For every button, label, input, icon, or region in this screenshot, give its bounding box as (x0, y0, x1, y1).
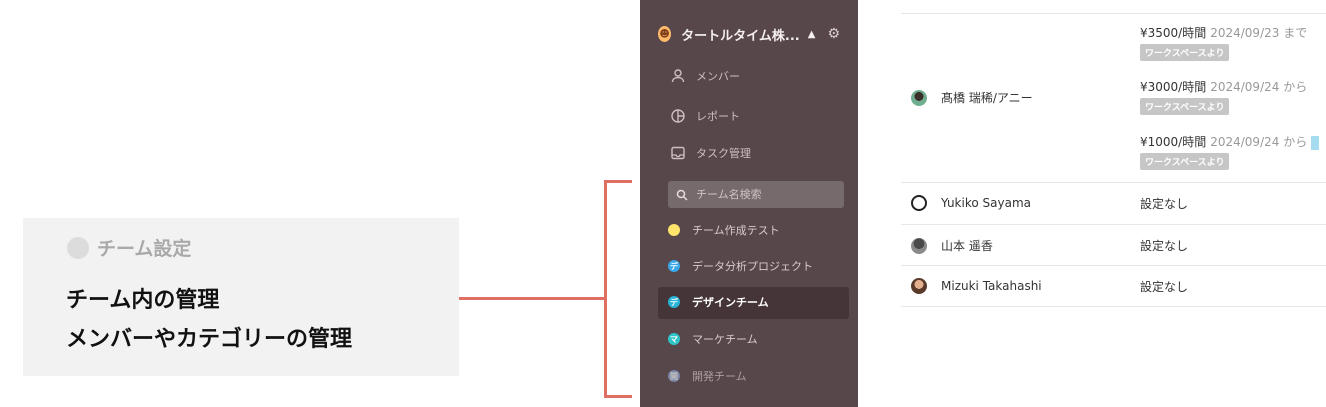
team-item-design[interactable]: デ デザインチーム (668, 294, 769, 310)
sidebar-item-label: レポート (696, 110, 740, 123)
rate-value: 設定なし (1140, 280, 1189, 294)
avatar (911, 195, 927, 211)
rate-value: 設定なし (1140, 197, 1189, 211)
sidebar-item-report[interactable]: レポート (670, 108, 740, 124)
pie-chart-icon (671, 109, 685, 123)
member-name: Mizuki Takahashi (941, 279, 1042, 293)
caption-tag: チーム設定 (67, 234, 191, 261)
team-color-icon: デ (668, 296, 680, 308)
team-item-label: 開発チーム (692, 370, 747, 383)
divider (901, 182, 1326, 183)
sidebar-item-label: メンバー (696, 70, 740, 83)
team-color-icon: デ (668, 260, 680, 272)
connector-line (459, 297, 605, 300)
circle-icon (67, 236, 89, 259)
source-badge: ワークスペースより (1140, 98, 1230, 115)
team-item-development[interactable]: 開 開発チーム (668, 368, 747, 384)
divider (901, 265, 1326, 266)
workspace-avatar-icon: ☻ (658, 26, 672, 42)
avatar (911, 278, 927, 294)
member-rate-table: 髙橋 瑞稀/アニー ¥3500/時間 2024/09/23 まで ワークスペースよ… (901, 0, 1326, 407)
table-row-member[interactable]: 山本 遥香 (911, 237, 993, 254)
member-name: 髙橋 瑞稀/アニー (941, 91, 1033, 105)
team-item-label: チーム作成テスト (692, 224, 780, 237)
avatar (911, 237, 927, 254)
table-row-member[interactable]: 髙橋 瑞稀/アニー (911, 89, 1033, 106)
rate-amount: ¥1000/時間 (1140, 135, 1207, 149)
team-color-icon: 開 (668, 370, 680, 382)
rate-value: 設定なし (1140, 239, 1189, 253)
source-badge: ワークスペースより (1140, 44, 1230, 61)
rate-amount: ¥3000/時間 (1140, 80, 1207, 94)
divider (901, 13, 1326, 14)
rate-amount: ¥3500/時間 (1140, 26, 1207, 40)
rate-entry: ¥1000/時間 2024/09/24 から ワークスペースより (1140, 133, 1320, 170)
team-item-label: デザインチーム (692, 296, 769, 309)
inbox-icon (671, 146, 685, 160)
avatar (911, 89, 927, 106)
team-color-icon (668, 224, 680, 236)
rate-date: 2024/09/24 から (1210, 135, 1308, 149)
team-color-icon: マ (668, 333, 680, 345)
source-badge: ワークスペースより (1140, 153, 1230, 170)
team-search[interactable] (668, 181, 844, 208)
bracket-highlight (604, 180, 632, 398)
search-icon (676, 189, 688, 201)
table-row-member[interactable]: Yukiko Sayama (911, 195, 1031, 211)
caption-title: チーム内の管理 (66, 288, 220, 313)
chevron-up-icon: ▲ (807, 28, 816, 40)
rate-entry: ¥3000/時間 2024/09/24 から ワークスペースより (1140, 78, 1307, 115)
sidebar: ☻ タートルタイム株... ▲ ⚙ メンバー レポート タスク管理 チーム作成テ… (640, 0, 858, 407)
member-name: 山本 遥香 (941, 239, 993, 253)
team-search-input[interactable] (694, 187, 838, 202)
team-item-marketing[interactable]: マ マーケチーム (668, 331, 758, 347)
gear-icon[interactable]: ⚙ (827, 26, 840, 42)
rate-date: 2024/09/24 から (1210, 80, 1308, 94)
workspace-name: タートルタイム株... (681, 28, 800, 44)
team-item-label: マーケチーム (692, 333, 758, 346)
sidebar-item-members[interactable]: メンバー (670, 68, 740, 84)
member-name: Yukiko Sayama (941, 196, 1031, 210)
team-item-label: データ分析プロジェクト (692, 260, 813, 273)
status-badge (1311, 135, 1320, 150)
rate-date: 2024/09/23 まで (1210, 26, 1308, 40)
sidebar-item-label: タスク管理 (696, 147, 751, 160)
rate-entry: ¥3500/時間 2024/09/23 まで ワークスペースより (1140, 24, 1307, 61)
person-icon (671, 69, 685, 83)
workspace-switcher[interactable]: ☻ タートルタイム株... ▲ ⚙ (658, 24, 840, 44)
divider (901, 306, 1326, 307)
sidebar-item-tasks[interactable]: タスク管理 (670, 145, 751, 161)
caption-tag-label: チーム設定 (97, 238, 192, 260)
caption-subtitle: メンバーやカテゴリーの管理 (66, 327, 353, 352)
divider (901, 224, 1326, 225)
table-row-member[interactable]: Mizuki Takahashi (911, 278, 1042, 294)
team-item-data-analysis[interactable]: デ データ分析プロジェクト (668, 258, 813, 274)
team-item-creation-test[interactable]: チーム作成テスト (668, 222, 780, 238)
